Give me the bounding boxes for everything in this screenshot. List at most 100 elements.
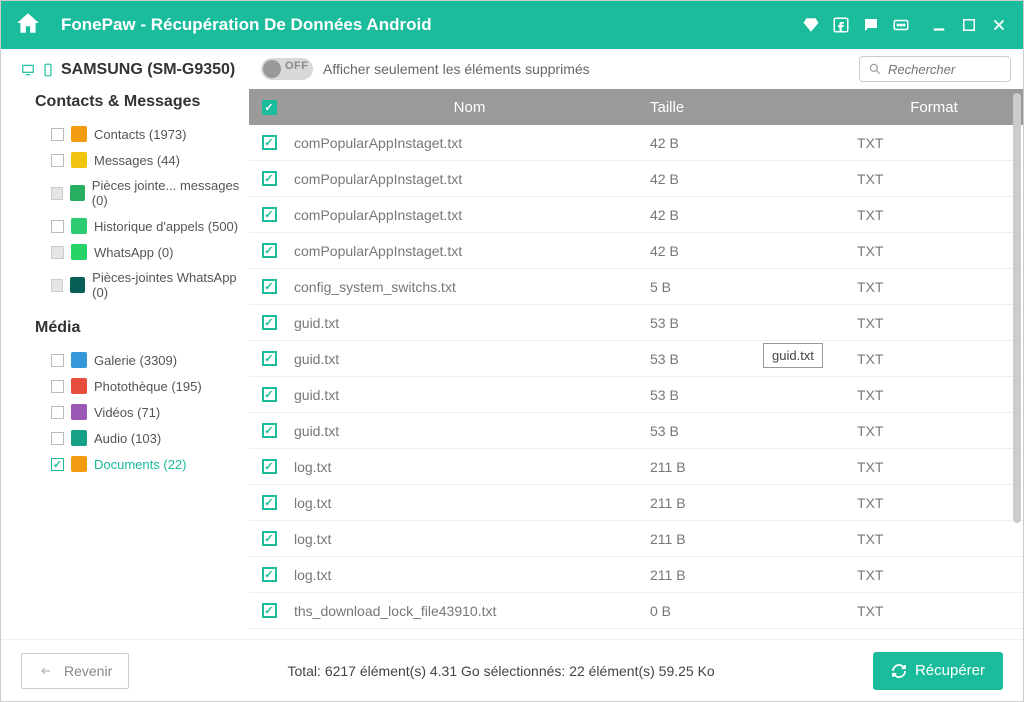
file-name: log.txt [289,567,650,583]
scrollbar[interactable] [1013,93,1021,523]
row-checkbox[interactable] [262,135,277,150]
table-row[interactable]: log.txt211 BTXT [249,557,1023,593]
file-size: 53 B [650,423,845,439]
toggle-text: Afficher seulement les éléments supprimé… [323,61,590,77]
search-input[interactable] [888,62,998,77]
sidebar-item-label: Audio (103) [94,431,161,446]
minimize-icon[interactable] [929,15,949,35]
col-size[interactable]: Taille [650,99,845,116]
table-row[interactable]: comPopularAppInstaget.txt42 BTXT [249,161,1023,197]
checkbox-icon[interactable] [51,354,64,367]
sidebar-item[interactable]: Messages (44) [21,147,245,173]
file-format: TXT [845,531,1023,547]
row-checkbox[interactable] [262,243,277,258]
checkbox-icon[interactable] [51,406,64,419]
toolbar: OFF Afficher seulement les éléments supp… [249,49,1023,89]
table-body[interactable]: comPopularAppInstaget.txt42 BTXTcomPopul… [249,125,1023,639]
sidebar-item[interactable]: Vidéos (71) [21,399,245,425]
sidebar-item[interactable]: WhatsApp (0) [21,239,245,265]
file-name: guid.txt [289,315,650,331]
sidebar-item-label: Contacts (1973) [94,127,187,142]
sidebar-item[interactable]: Contacts (1973) [21,121,245,147]
select-all-checkbox[interactable]: ✓ [262,100,277,115]
phone-icon [41,62,55,78]
deleted-only-toggle[interactable]: OFF Afficher seulement les éléments supp… [261,58,590,80]
row-checkbox[interactable] [262,207,277,222]
row-checkbox[interactable] [262,351,277,366]
table-row[interactable]: comPopularAppInstaget.txt42 BTXT [249,125,1023,161]
col-format[interactable]: Format [845,99,1023,116]
table-row[interactable]: log.txt211 BTXT [249,485,1023,521]
back-button[interactable]: Revenir [21,653,129,689]
sidebar-item[interactable]: Documents (22) [21,451,245,477]
more-icon[interactable] [891,15,911,35]
checkbox-icon[interactable] [51,246,64,259]
row-checkbox[interactable] [262,603,277,618]
file-name: comPopularAppInstaget.txt [289,243,650,259]
sidebar-item-label: Documents (22) [94,457,186,472]
file-format: TXT [845,315,1023,331]
row-checkbox[interactable] [262,423,277,438]
row-checkbox[interactable] [262,315,277,330]
file-name: guid.txt [289,351,650,367]
footer-stats: Total: 6217 élément(s) 4.31 Go sélection… [129,663,873,679]
row-checkbox[interactable] [262,459,277,474]
file-name: comPopularAppInstaget.txt [289,171,650,187]
table-row[interactable]: guid.txt53 BTXTguid.txt [249,341,1023,377]
sidebar-item[interactable]: Pièces-jointes WhatsApp (0) [21,265,245,305]
file-size: 53 B [650,315,845,331]
search-icon [868,62,882,76]
sidebar-item[interactable]: Pièces jointe... messages (0) [21,173,245,213]
titlebar: FonePaw - Récupération De Données Androi… [1,1,1023,49]
sidebar-item[interactable]: Galerie (3309) [21,347,245,373]
file-size: 42 B [650,135,845,151]
table-row[interactable]: comPopularAppInstaget.txt42 BTXT [249,197,1023,233]
home-icon[interactable] [15,10,41,41]
row-checkbox[interactable] [262,279,277,294]
file-size: 211 B [650,531,845,547]
diamond-icon[interactable] [801,15,821,35]
row-checkbox[interactable] [262,567,277,582]
table-row[interactable]: ths_download_lock_file43910.txt0 BTXT [249,593,1023,629]
row-checkbox[interactable] [262,495,277,510]
close-icon[interactable] [989,15,1009,35]
checkbox-icon[interactable] [51,187,63,200]
table-row[interactable]: config_system_switchs.txt5 BTXT [249,269,1023,305]
file-name: comPopularAppInstaget.txt [289,207,650,223]
file-format: TXT [845,459,1023,475]
table-row[interactable]: comPopularAppInstaget.txt42 BTXT [249,233,1023,269]
sidebar-item[interactable]: Photothèque (195) [21,373,245,399]
checkbox-icon[interactable] [51,220,64,233]
table-row[interactable]: guid.txt53 BTXT [249,377,1023,413]
checkbox-icon[interactable] [51,380,64,393]
sidebar-item[interactable]: Audio (103) [21,425,245,451]
category-icon [71,352,87,368]
col-name[interactable]: Nom [289,99,650,116]
facebook-icon[interactable] [831,15,851,35]
checkbox-icon[interactable] [51,279,63,292]
category-icon [71,126,87,142]
row-checkbox[interactable] [262,387,277,402]
device-row[interactable]: SAMSUNG (SM-G9350) [21,61,245,79]
row-checkbox[interactable] [262,531,277,546]
sidebar-item[interactable]: Historique d'appels (500) [21,213,245,239]
table-row[interactable]: log.txt211 BTXT [249,449,1023,485]
refresh-icon [891,663,907,679]
feedback-icon[interactable] [861,15,881,35]
table-row[interactable]: guid.txt53 BTXT [249,305,1023,341]
file-name: ths_download_lock_file43910.txt [289,603,650,619]
category-icon [71,152,87,168]
row-checkbox[interactable] [262,171,277,186]
file-format: TXT [845,351,1023,367]
search-box[interactable] [859,56,1011,82]
recover-button[interactable]: Récupérer [873,652,1003,690]
table-row[interactable]: log.txt211 BTXT [249,521,1023,557]
file-size: 42 B [650,207,845,223]
checkbox-icon[interactable] [51,154,64,167]
checkbox-icon[interactable] [51,458,64,471]
file-size: 42 B [650,243,845,259]
checkbox-icon[interactable] [51,128,64,141]
table-row[interactable]: guid.txt53 BTXT [249,413,1023,449]
checkbox-icon[interactable] [51,432,64,445]
maximize-icon[interactable] [959,15,979,35]
